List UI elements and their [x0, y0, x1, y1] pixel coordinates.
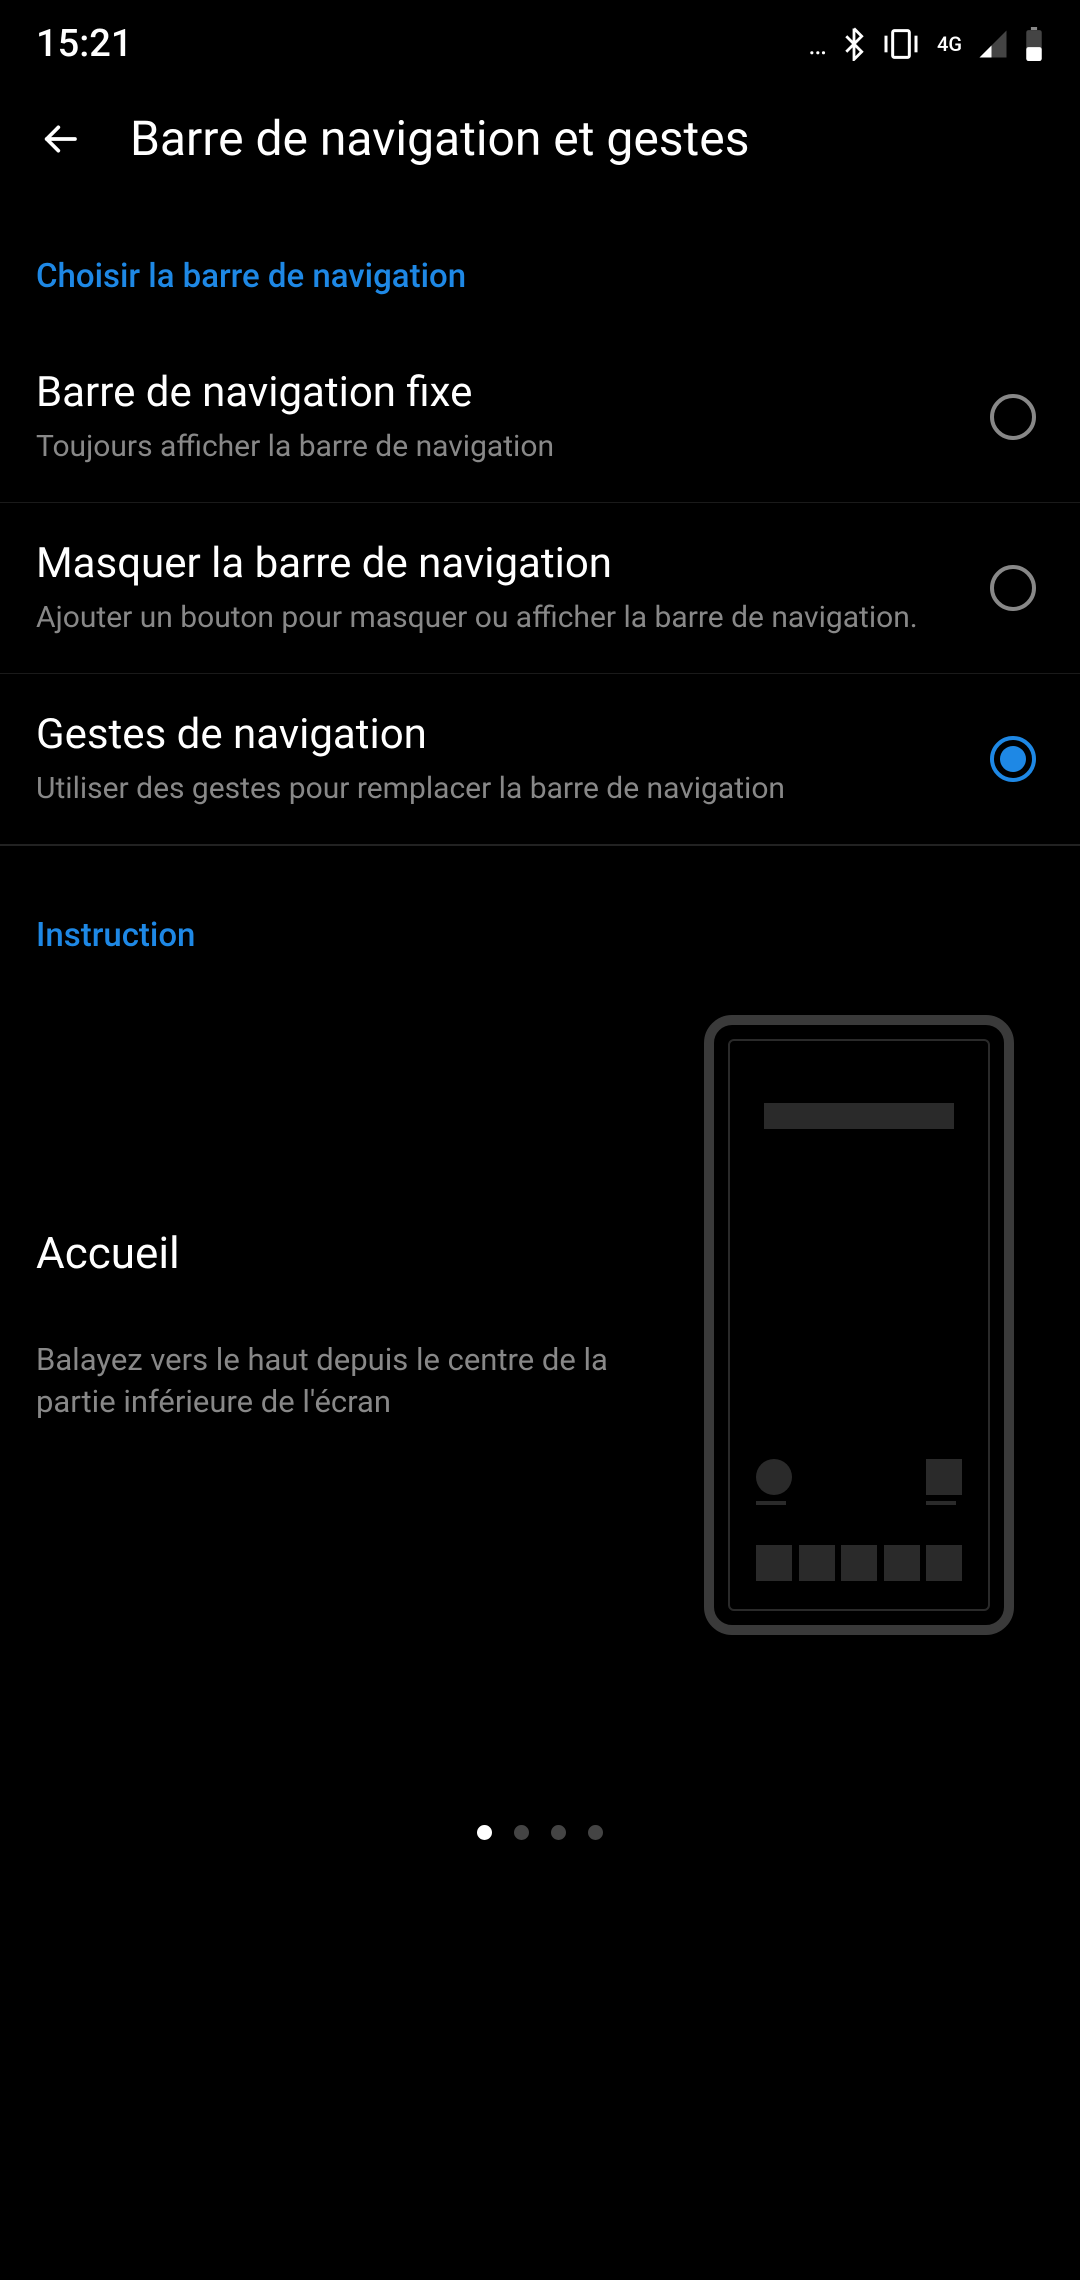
option-text: Masquer la barre de navigation Ajouter u… [36, 539, 990, 637]
pager-dot[interactable] [514, 1825, 529, 1840]
option-text: Barre de navigation fixe Toujours affich… [36, 368, 990, 466]
mockup-dock-item [799, 1545, 835, 1581]
phone-mockup [704, 1015, 1014, 1635]
option-text: Gestes de navigation Utiliser des gestes… [36, 710, 990, 808]
phone-screen [728, 1039, 990, 1611]
nav-options-group: Barre de navigation fixe Toujours affich… [0, 332, 1080, 846]
app-bar: Barre de navigation et gestes [0, 80, 1080, 207]
instruction-content[interactable]: Accueil Balayez vers le haut depuis le c… [36, 1015, 1044, 1635]
pager-dot[interactable] [551, 1825, 566, 1840]
signal-icon [978, 29, 1008, 59]
option-fixed-nav[interactable]: Barre de navigation fixe Toujours affich… [0, 332, 1080, 503]
pager-dot-active[interactable] [477, 1825, 492, 1840]
radio-unselected[interactable] [990, 565, 1036, 611]
option-title: Barre de navigation fixe [36, 368, 950, 417]
option-gesture-nav[interactable]: Gestes de navigation Utiliser des gestes… [0, 674, 1080, 844]
mockup-topbar [764, 1103, 954, 1129]
mockup-widget-square [926, 1459, 962, 1495]
option-subtitle: Ajouter un bouton pour masquer ou affich… [36, 598, 950, 637]
battery-icon [1024, 27, 1044, 61]
gesture-description: Balayez vers le haut depuis le centre de… [36, 1339, 664, 1423]
option-title: Masquer la barre de navigation [36, 539, 950, 588]
mockup-widget-line [926, 1501, 956, 1505]
mockup-dock-item [756, 1545, 792, 1581]
more-icon: … [808, 28, 827, 61]
mockup-dock-item [884, 1545, 920, 1581]
pager-dots[interactable] [0, 1825, 1080, 1840]
pager-dot[interactable] [588, 1825, 603, 1840]
option-hide-nav[interactable]: Masquer la barre de navigation Ajouter u… [0, 503, 1080, 674]
instruction-section: Instruction Accueil Balayez vers le haut… [0, 846, 1080, 1635]
section-header-instruction: Instruction [36, 846, 1044, 1015]
option-subtitle: Utiliser des gestes pour remplacer la ba… [36, 769, 950, 808]
status-bar: 15:21 … 4G [0, 0, 1080, 80]
back-arrow-icon [40, 117, 80, 161]
status-icons: … 4G [808, 27, 1044, 61]
mockup-dock [730, 1545, 988, 1581]
mockup-widget-line [756, 1501, 786, 1505]
option-subtitle: Toujours afficher la barre de navigation [36, 427, 950, 466]
mockup-dock-item [841, 1545, 877, 1581]
option-title: Gestes de navigation [36, 710, 950, 759]
section-header-choose-nav: Choisir la barre de navigation [0, 207, 1080, 332]
mockup-widget-circle [756, 1459, 792, 1495]
radio-unselected[interactable] [990, 394, 1036, 440]
vibrate-icon [881, 27, 921, 61]
page-title: Barre de navigation et gestes [130, 110, 749, 167]
network-type-label: 4G [937, 32, 962, 56]
status-time: 15:21 [36, 22, 132, 66]
radio-selected[interactable] [990, 736, 1036, 782]
back-button[interactable] [40, 119, 80, 159]
mockup-widgets [730, 1459, 988, 1505]
gesture-title: Accueil [36, 1227, 664, 1279]
mockup-dock-item [926, 1545, 962, 1581]
bluetooth-icon [843, 27, 865, 61]
instruction-text: Accueil Balayez vers le haut depuis le c… [36, 1227, 664, 1423]
